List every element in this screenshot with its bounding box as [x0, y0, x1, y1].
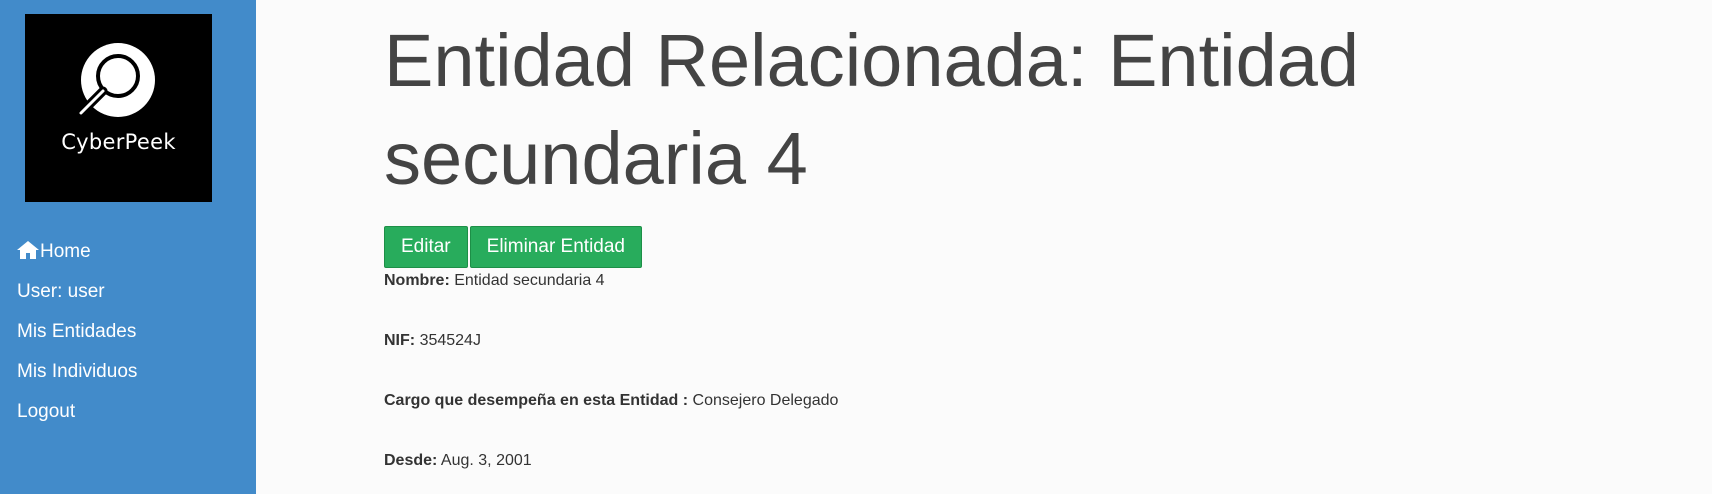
field-since-value: Aug. 3, 2001 — [440, 452, 532, 469]
nav-home[interactable]: Home — [17, 240, 137, 280]
action-buttons: Editar Eliminar Entidad — [384, 226, 642, 268]
edit-button[interactable]: Editar — [384, 226, 468, 268]
brand-name: CyberPeek — [61, 130, 176, 154]
field-role-label: Cargo que desempeña en esta Entidad : — [384, 392, 689, 409]
field-nif-label: NIF: — [384, 332, 416, 349]
magnifier-icon — [72, 43, 155, 122]
nav-logout[interactable]: Logout — [17, 400, 137, 440]
sidebar-nav: Home User: user Mis Entidades Mis Indivi… — [17, 240, 137, 440]
nav-user[interactable]: User: user — [17, 280, 137, 320]
field-role-value: Consejero Delegado — [692, 392, 839, 409]
nav-my-entities[interactable]: Mis Entidades — [17, 320, 137, 360]
sidebar: CyberPeek Home User: user Mis Entidades … — [0, 0, 256, 494]
brand-logo[interactable]: CyberPeek — [25, 14, 212, 202]
field-since: Desde: Aug. 3, 2001 — [384, 452, 532, 470]
field-since-label: Desde: — [384, 452, 438, 469]
home-icon — [17, 241, 39, 259]
field-name-value: Entidad secundaria 4 — [454, 272, 605, 289]
field-nif-value: 354524J — [419, 332, 481, 349]
page-title: Entidad Relacionada: Entidad secundaria … — [384, 19, 1360, 200]
delete-entity-button[interactable]: Eliminar Entidad — [469, 226, 642, 268]
field-nif: NIF: 354524J — [384, 332, 481, 350]
field-name: Nombre: Entidad secundaria 4 — [384, 272, 605, 290]
nav-home-label: Home — [40, 241, 91, 262]
field-name-label: Nombre: — [384, 272, 450, 289]
nav-my-individuals[interactable]: Mis Individuos — [17, 360, 137, 400]
field-role: Cargo que desempeña en esta Entidad : Co… — [384, 392, 838, 410]
